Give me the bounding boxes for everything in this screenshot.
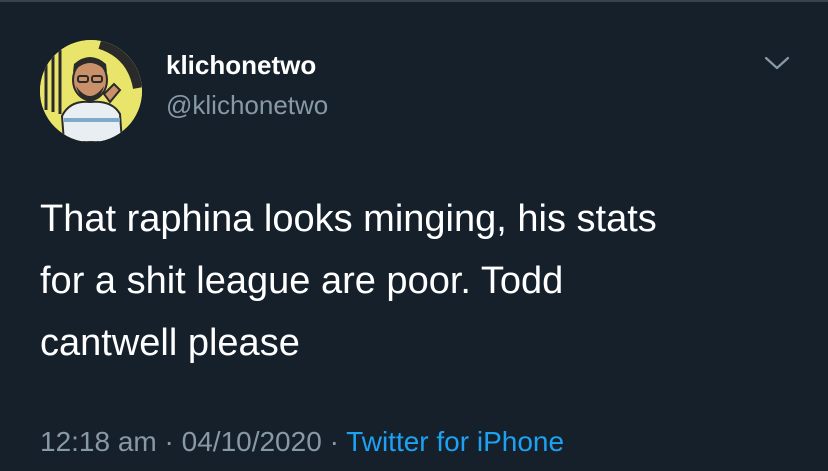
author-handle[interactable]: @klichonetwo [166,90,328,120]
avatar-illustration-icon [40,40,142,142]
meta-separator: · [329,426,339,457]
tweet-source-link[interactable]: Twitter for iPhone [346,426,564,457]
meta-separator: · [164,426,174,457]
tweet-date[interactable]: 04/10/2020 [182,426,322,457]
top-divider [0,0,828,2]
tweet-body-text: That raphina looks minging, his stats fo… [40,198,657,364]
profile-avatar[interactable] [40,40,142,142]
tweet-meta: 12:18 am · 04/10/2020 · Twitter for iPho… [40,422,564,462]
chevron-down-icon [764,56,790,70]
tweet-menu-button[interactable] [760,50,794,76]
author-display-name[interactable]: klichonetwo [166,50,316,80]
tweet-time[interactable]: 12:18 am [40,426,157,457]
